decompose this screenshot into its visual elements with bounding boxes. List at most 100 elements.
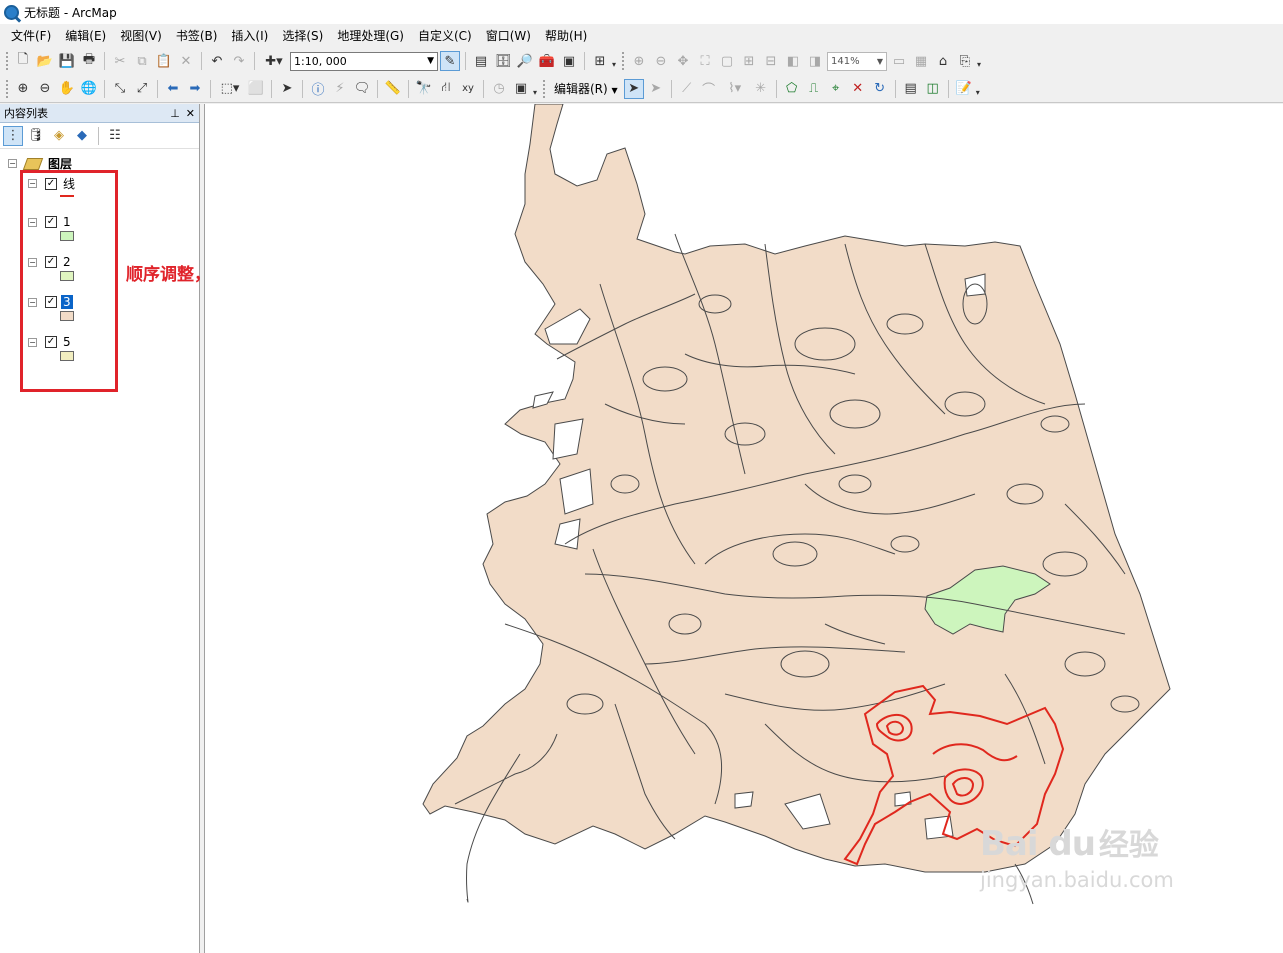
chevron-down-icon: ▼ [611,86,618,95]
table-of-contents-icon[interactable]: ▤ [471,51,491,71]
baidu-jingyan-text: 经验 [1098,828,1159,863]
identify-icon[interactable]: ⓘ [308,79,328,99]
toc-title: 内容列表 [4,107,48,120]
toolbar-grip[interactable] [6,52,9,70]
menu-view[interactable]: 视图(V) [113,24,169,48]
add-data-icon[interactable]: ✚▾ [260,51,288,71]
zoom-out-icon[interactable]: ⊖ [35,79,55,99]
point-icon[interactable]: ✳ [751,79,771,99]
save-icon[interactable]: 💾 [57,51,77,71]
editor-menu[interactable]: 编辑器(R) ▼ [550,80,622,97]
list-by-visibility-icon[interactable]: ◈ [49,126,69,146]
toolbar-overflow-icon[interactable]: ▾ [977,53,985,69]
pin-icon[interactable]: ⊥ [170,107,180,120]
find-route-icon[interactable]: ⛙ [436,79,456,99]
window-title: 无标题 - ArcMap [24,5,117,20]
new-document-icon[interactable]: 🗋 [13,51,33,71]
zoom-out-layout-icon[interactable]: ⊖ [651,51,671,71]
endpoint-arc-icon[interactable]: ⌒ [699,79,719,99]
paste-icon[interactable]: 📋 [154,51,174,71]
back-arrow-icon[interactable]: ⬅ [163,79,183,99]
data-driven-pages-icon[interactable]: ⎘ [955,51,975,71]
straight-segment-icon[interactable]: ⟋ [677,79,697,99]
menu-selection[interactable]: 选择(S) [275,24,330,48]
layout-zoom-combobox[interactable]: 141% ▼ [827,51,887,71]
baidu-logo: Bai du [980,824,1096,864]
arctoolbox-icon[interactable]: 🧰 [537,51,557,71]
back-extent-layout-icon[interactable]: ◧ [783,51,803,71]
chevron-down-icon[interactable]: ▼ [877,57,883,66]
menu-edit[interactable]: 编辑(E) [58,24,113,48]
list-by-selection-icon[interactable]: ◆ [72,126,92,146]
menu-insert[interactable]: 插入(I) [224,24,275,48]
menu-geoprocessing[interactable]: 地理处理(G) [330,24,411,48]
fixed-zoom-in-layout-icon[interactable]: ⊞ [739,51,759,71]
fixed-zoom-out-icon[interactable]: ⤢ [132,79,152,99]
list-by-drawing-order-icon[interactable]: ⋮ [3,125,23,146]
find-binoculars-icon[interactable]: 🔭 [414,79,434,99]
undo-icon[interactable]: ↶ [207,51,227,71]
toolbar-overflow-icon[interactable]: ▾ [976,81,984,97]
rotate-tool-icon[interactable]: ↻ [870,79,890,99]
map-scale-combobox[interactable]: 1:10, 000 ▼ [290,51,438,71]
catalog-icon[interactable]: 🗄 [493,51,513,71]
menu-windows[interactable]: 窗口(W) [479,24,538,48]
reshape-feature-icon[interactable]: ⎍ [804,79,824,99]
toc-toolbar: ⋮ 🛢 ◈ ◆ ☷ [0,123,199,149]
open-folder-icon[interactable]: 📂 [35,51,55,71]
create-features-icon[interactable]: 📝 [954,79,974,99]
forward-arrow-icon[interactable]: ➡ [185,79,205,99]
pan-layout-icon[interactable]: ✥ [673,51,693,71]
attributes-icon[interactable]: ▤ [901,79,921,99]
menu-bar: 文件(F) 编辑(E) 视图(V) 书签(B) 插入(I) 选择(S) 地理处理… [0,24,1283,48]
zoom-in-icon[interactable]: ⊕ [13,79,33,99]
delete-icon[interactable]: ✕ [176,51,196,71]
select-features-icon[interactable]: ⬚▾ [216,79,244,99]
copy-icon[interactable]: ⧉ [132,51,152,71]
toolbar-overflow-icon[interactable]: ▾ [612,53,620,69]
options-icon[interactable]: ☷ [105,126,125,146]
search-window-icon[interactable]: 🔎 [515,51,535,71]
select-elements-arrow-icon[interactable]: ➤ [277,79,297,99]
chevron-down-icon[interactable]: ▼ [427,56,434,66]
print-icon[interactable]: 🖶 [79,51,99,71]
zoom-100-icon[interactable]: ▢ [717,51,737,71]
trace-icon[interactable]: ⌇▾ [721,79,749,99]
forward-extent-layout-icon[interactable]: ◨ [805,51,825,71]
focus-data-frame-icon[interactable]: ▦ [911,51,931,71]
fixed-zoom-in-icon[interactable]: ⤡ [110,79,130,99]
list-by-source-icon[interactable]: 🛢 [26,126,46,146]
html-popup-icon[interactable]: 🗨 [352,79,372,99]
fixed-zoom-out-layout-icon[interactable]: ⊟ [761,51,781,71]
go-to-xy-icon[interactable]: xy [458,79,478,99]
full-extent-globe-icon[interactable]: 🌐 [79,79,99,99]
menu-help[interactable]: 帮助(H) [538,24,594,48]
toolbar-overflow-icon[interactable]: ▾ [533,81,541,97]
editor-toolbar-icon[interactable]: ✎ [440,51,460,71]
collapse-icon[interactable]: − [8,159,17,168]
close-icon[interactable]: ✕ [186,107,195,120]
menu-customize[interactable]: 自定义(C) [411,24,479,48]
sketch-properties-icon[interactable]: ◫ [923,79,943,99]
menu-bookmarks[interactable]: 书签(B) [169,24,225,48]
redo-icon[interactable]: ↷ [229,51,249,71]
measure-icon[interactable]: 📏 [383,79,403,99]
create-viewer-window-icon[interactable]: ▣ [511,79,531,99]
clear-selection-icon[interactable]: ⬜ [246,79,266,99]
change-layout-icon[interactable]: ⌂ [933,51,953,71]
cut-icon[interactable]: ✂ [110,51,130,71]
model-builder-icon[interactable]: ⊞ [590,51,610,71]
menu-file[interactable]: 文件(F) [4,24,58,48]
edit-vertices-icon[interactable]: ⬠ [782,79,802,99]
edit-tool-icon[interactable]: ➤ [623,78,644,99]
toggle-draft-mode-icon[interactable]: ▭ [889,51,909,71]
split-tool-icon[interactable]: ✕ [848,79,868,99]
cut-polygons-icon[interactable]: ⌖ [826,79,846,99]
hyperlink-icon[interactable]: ⚡ [330,79,350,99]
time-slider-icon[interactable]: ◷ [489,79,509,99]
zoom-whole-page-icon[interactable]: ⛶ [695,51,715,71]
python-window-icon[interactable]: ▣ [559,51,579,71]
pan-hand-icon[interactable]: ✋ [57,79,77,99]
zoom-in-layout-icon[interactable]: ⊕ [629,51,649,71]
edit-annotation-icon[interactable]: ➤ [646,79,666,99]
